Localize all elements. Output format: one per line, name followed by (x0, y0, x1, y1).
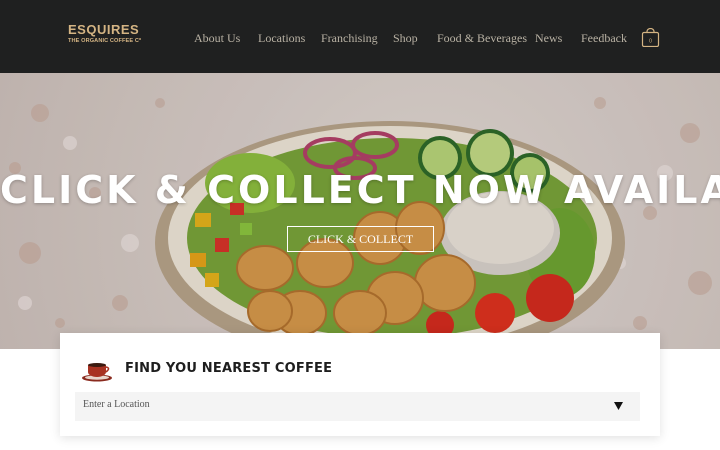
site-header: ESQUIRES THE ORGANIC COFFEE Cº About Us … (0, 0, 720, 73)
caret-down-icon[interactable] (613, 401, 624, 411)
store-finder-card: FIND YOU NEAREST COFFEE Enter a Location (60, 333, 660, 436)
nav-franchising[interactable]: Franchising (321, 31, 378, 46)
nav-about-us[interactable]: About Us (194, 31, 240, 46)
coffee-cup-icon (82, 363, 112, 382)
shopping-bag-icon: 0 (641, 27, 660, 48)
nav-feedback[interactable]: Feedback (581, 31, 627, 46)
cart-count: 0 (649, 39, 652, 45)
finder-title: FIND YOU NEAREST COFFEE (125, 361, 333, 376)
nav-food-beverages[interactable]: Food & Beverages (437, 31, 527, 46)
nav-shop[interactable]: Shop (393, 31, 418, 46)
brand-tagline: THE ORGANIC COFFEE Cº (68, 38, 142, 44)
location-select[interactable]: Enter a Location (75, 392, 640, 421)
brand-logo[interactable]: ESQUIRES THE ORGANIC COFFEE Cº (68, 22, 142, 51)
location-select-placeholder: Enter a Location (83, 399, 150, 410)
hero-banner: CLICK & COLLECT NOW AVAILABLE CLICK & CO… (0, 73, 720, 349)
brand-name: ESQUIRES (68, 22, 140, 37)
cart-button[interactable]: 0 (641, 27, 660, 48)
hero-title: CLICK & COLLECT NOW AVAILABLE (0, 168, 720, 212)
click-collect-button[interactable]: CLICK & COLLECT (287, 226, 434, 252)
nav-locations[interactable]: Locations (258, 31, 305, 46)
nav-news[interactable]: News (535, 31, 562, 46)
